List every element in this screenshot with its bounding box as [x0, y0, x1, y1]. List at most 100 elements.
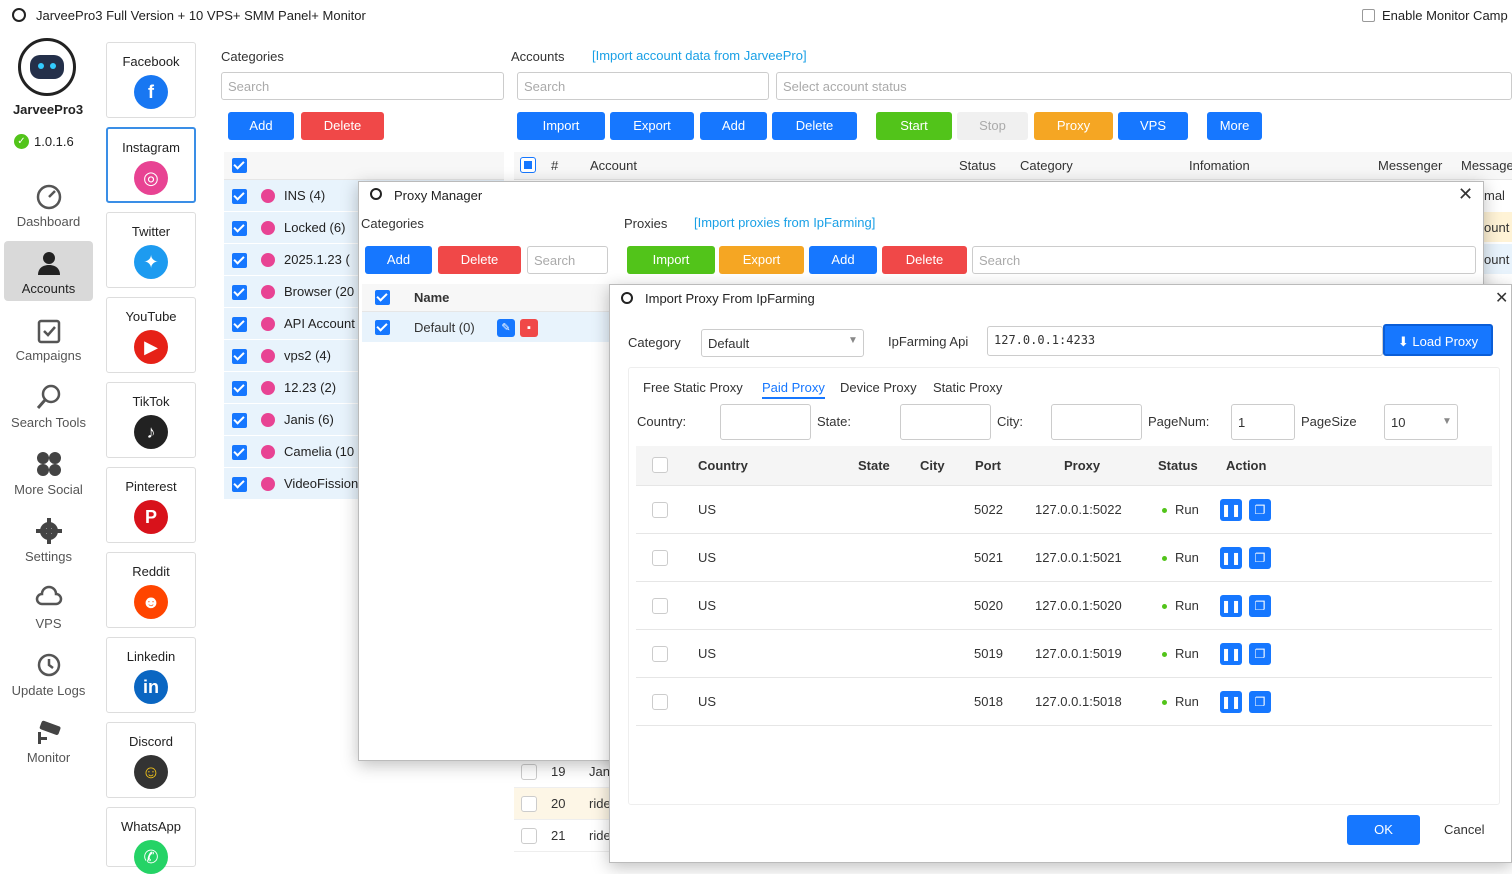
pm-export-button[interactable]: Export: [719, 246, 804, 274]
pause-icon[interactable]: ❚❚: [1220, 643, 1242, 665]
import-dialog-close-icon[interactable]: ✕: [1495, 288, 1508, 308]
nav-more-social[interactable]: More Social: [4, 442, 93, 502]
social-pinterest[interactable]: Pinterest P: [106, 467, 196, 543]
social-whatsapp[interactable]: WhatsApp ✆: [106, 807, 196, 874]
state-input[interactable]: [900, 404, 991, 440]
tiktok-icon: ♪: [134, 415, 168, 449]
social-youtube[interactable]: YouTube ▶: [106, 297, 196, 373]
row-checkbox[interactable]: [652, 694, 668, 710]
nav-dashboard[interactable]: Dashboard: [4, 174, 93, 234]
pm-add-button[interactable]: Add: [809, 246, 877, 274]
start-button[interactable]: Start: [876, 112, 952, 140]
ok-button[interactable]: OK: [1347, 815, 1420, 845]
row-checkbox[interactable]: [652, 550, 668, 566]
dashboard-icon: [36, 184, 61, 210]
proxy-select-all[interactable]: [652, 457, 668, 473]
tab-device-proxy[interactable]: Device Proxy: [840, 380, 917, 395]
categories-search-input[interactable]: Search: [221, 72, 504, 100]
category-delete-button[interactable]: Delete: [301, 112, 384, 140]
brand-name: JarveePro3: [12, 102, 84, 117]
social-twitter[interactable]: Twitter ✦: [106, 212, 196, 288]
proxy-row[interactable]: US 5022 127.0.0.1:5022 Run ❚❚ ❐: [636, 486, 1492, 534]
pm-default-checkbox[interactable]: [375, 320, 390, 335]
cancel-button[interactable]: Cancel: [1444, 822, 1484, 837]
categories-select-all[interactable]: [232, 158, 247, 173]
nav-search-tools[interactable]: Search Tools: [4, 375, 93, 435]
stop-button[interactable]: Stop: [957, 112, 1028, 140]
linkedin-icon: in: [134, 670, 168, 704]
pause-icon[interactable]: ❚❚: [1220, 547, 1242, 569]
cctv-icon: [37, 720, 60, 744]
pause-icon[interactable]: ❚❚: [1220, 691, 1242, 713]
edit-icon[interactable]: ✎: [497, 319, 515, 337]
category-select[interactable]: Default: [701, 329, 864, 357]
copy-icon[interactable]: ❐: [1249, 691, 1271, 713]
api-input[interactable]: 127.0.0.1:4233: [987, 326, 1383, 356]
nav-accounts[interactable]: Accounts: [4, 241, 93, 301]
tab-paid-proxy[interactable]: Paid Proxy: [762, 380, 825, 399]
col-category: Category: [1020, 158, 1073, 173]
row-checkbox[interactable]: [652, 646, 668, 662]
pm-delete-button[interactable]: Delete: [882, 246, 967, 274]
more-button[interactable]: More: [1207, 112, 1262, 140]
col-message: Message: [1461, 158, 1512, 173]
social-linkedin[interactable]: Linkedin in: [106, 637, 196, 713]
nav-update-logs[interactable]: Update Logs: [4, 643, 93, 703]
pm-select-all[interactable]: [375, 290, 390, 305]
pm-proxy-search-input[interactable]: Search: [972, 246, 1476, 274]
discord-icon: ☺: [134, 755, 168, 789]
trash-icon[interactable]: ▪: [520, 319, 538, 337]
copy-icon[interactable]: ❐: [1249, 547, 1271, 569]
nav-monitor[interactable]: Monitor: [4, 710, 93, 770]
city-input[interactable]: [1051, 404, 1142, 440]
proxy-button[interactable]: Proxy: [1034, 112, 1113, 140]
tab-static-proxy[interactable]: Static Proxy: [933, 380, 1002, 395]
nav-settings[interactable]: Settings: [4, 509, 93, 569]
country-input[interactable]: [720, 404, 811, 440]
account-delete-button[interactable]: Delete: [772, 112, 857, 140]
social-discord[interactable]: Discord ☺: [106, 722, 196, 798]
social-facebook[interactable]: Facebook f: [106, 42, 196, 118]
proxy-row[interactable]: US 5020 127.0.0.1:5020 Run ❚❚ ❐: [636, 582, 1492, 630]
nav-campaigns[interactable]: Campaigns: [4, 308, 93, 368]
tab-free-static-proxy[interactable]: Free Static Proxy: [643, 380, 743, 395]
pm-category-search-input[interactable]: Search: [527, 246, 608, 274]
proxy-manager-close-icon[interactable]: ✕: [1458, 184, 1473, 205]
accounts-search-input[interactable]: Search: [517, 72, 769, 100]
pause-icon[interactable]: ❚❚: [1220, 499, 1242, 521]
load-proxy-button[interactable]: ⬇ Load Proxy: [1383, 324, 1493, 356]
pm-import-button[interactable]: Import: [627, 246, 715, 274]
enable-monitor-checkbox[interactable]: [1362, 9, 1375, 22]
pm-default-label: Default (0): [414, 320, 475, 335]
account-status-select[interactable]: Select account status: [776, 72, 1512, 100]
copy-icon[interactable]: ❐: [1249, 595, 1271, 617]
col-account: Account: [590, 158, 637, 173]
pm-import-link[interactable]: [Import proxies from IpFarming]: [694, 215, 875, 230]
vps-cloud-icon: [35, 585, 62, 606]
pause-icon[interactable]: ❚❚: [1220, 595, 1242, 617]
nav-vps[interactable]: VPS: [4, 576, 93, 636]
copy-icon[interactable]: ❐: [1249, 643, 1271, 665]
pagenum-input[interactable]: 1: [1231, 404, 1295, 440]
account-add-button[interactable]: Add: [700, 112, 767, 140]
account-export-button[interactable]: Export: [610, 112, 694, 140]
pm-category-delete-button[interactable]: Delete: [438, 246, 521, 274]
copy-icon[interactable]: ❐: [1249, 499, 1271, 521]
social-tiktok[interactable]: TikTok ♪: [106, 382, 196, 458]
social-instagram[interactable]: Instagram ◎: [106, 127, 196, 203]
proxy-row[interactable]: US 5019 127.0.0.1:5019 Run ❚❚ ❐: [636, 630, 1492, 678]
accounts-select-all[interactable]: [520, 157, 536, 173]
social-reddit[interactable]: Reddit ☻: [106, 552, 196, 628]
row-checkbox[interactable]: [652, 598, 668, 614]
proxy-row[interactable]: US 5018 127.0.0.1:5018 Run ❚❚ ❐: [636, 678, 1492, 726]
app-logo-icon: [12, 8, 26, 22]
category-add-button[interactable]: Add: [228, 112, 294, 140]
pm-default-row[interactable]: [362, 312, 610, 342]
proxy-row[interactable]: US 5021 127.0.0.1:5021 Run ❚❚ ❐: [636, 534, 1492, 582]
import-account-link[interactable]: [Import account data from JarveePro]: [592, 48, 807, 63]
vps-button[interactable]: VPS: [1118, 112, 1188, 140]
account-import-button[interactable]: Import: [517, 112, 605, 140]
pm-category-add-button[interactable]: Add: [365, 246, 432, 274]
title-bar: JarveePro3 Full Version + 10 VPS+ SMM Pa…: [0, 0, 1512, 32]
row-checkbox[interactable]: [652, 502, 668, 518]
